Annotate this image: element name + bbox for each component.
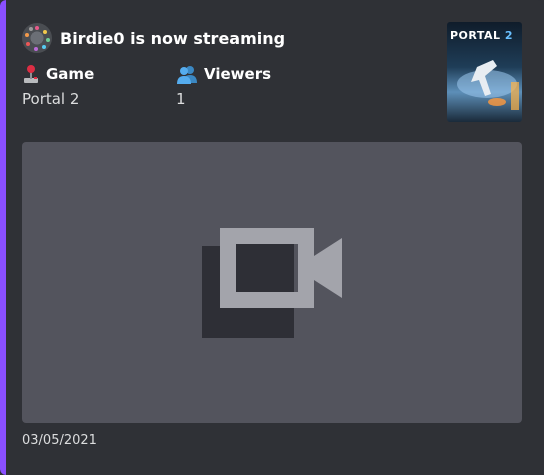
joystick-icon — [22, 64, 40, 84]
field-viewers: Viewers 1 — [176, 63, 271, 108]
field-viewers-name: Viewers — [204, 65, 272, 83]
author-avatar[interactable] — [22, 23, 52, 53]
stream-embed: Birdie0 is now streaming Game Portal 2 V… — [0, 0, 544, 475]
game-thumbnail[interactable]: PORTAL 2 — [447, 22, 522, 122]
field-game-label-row: Game — [22, 63, 94, 85]
stream-video-placeholder[interactable] — [22, 142, 522, 423]
embed-author: Birdie0 is now streaming — [22, 22, 285, 54]
video-camera-icon — [202, 228, 342, 338]
busts-icon — [176, 64, 198, 84]
field-viewers-label-row: Viewers — [176, 63, 271, 85]
field-game-value: Portal 2 — [22, 90, 80, 108]
field-game-name: Game — [46, 65, 95, 83]
field-game: Game Portal 2 — [22, 63, 94, 108]
embed-timestamp: 03/05/2021 — [22, 433, 97, 448]
author-name[interactable]: Birdie0 is now streaming — [60, 29, 285, 48]
thumbnail-artwork — [457, 60, 519, 110]
field-viewers-value: 1 — [176, 90, 186, 108]
embed-accent-bar — [0, 0, 6, 475]
